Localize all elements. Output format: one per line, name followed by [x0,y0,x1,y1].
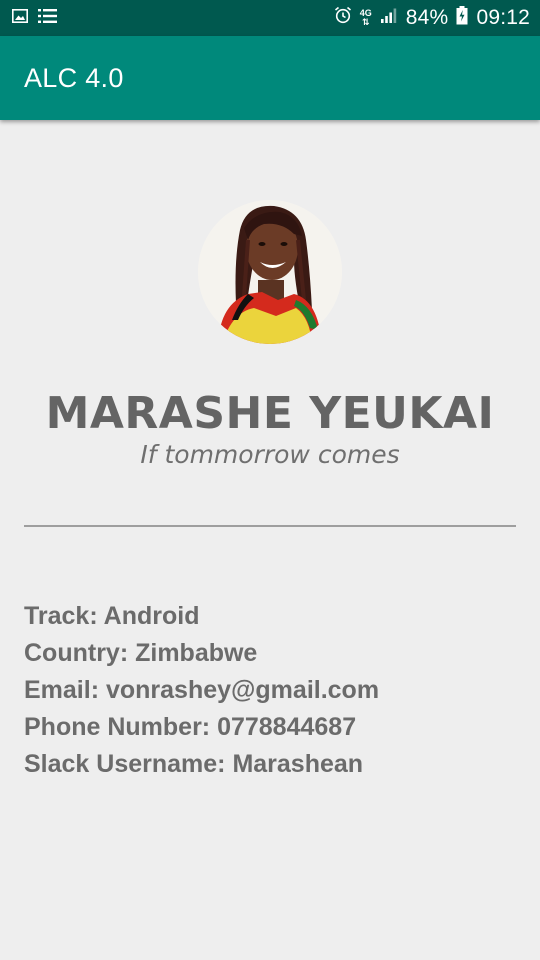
signal-icon [380,7,398,30]
profile-tagline: If tommorrow comes [140,440,400,469]
detail-phone-number: Phone Number: 0778844687 [24,713,357,741]
profile-photo [198,200,342,344]
status-bar-left [12,8,58,29]
status-bar-right: 4G ⇅ 84% 09:12 [334,5,530,31]
list-icon [38,8,58,29]
network-arrows-icon: 4G ⇅ [359,8,372,27]
detail-country: Country: Zimbabwe [24,639,258,667]
battery-percent: 84% [405,6,449,29]
divider [24,525,516,527]
status-clock: 09:12 [476,6,530,29]
profile-details: Track: Android Country: Zimbabwe Email: … [24,598,524,783]
detail-email: Email: vonrashey@gmail.com [24,676,380,704]
status-bar: 4G ⇅ 84% 09:12 [0,0,540,36]
app-title: ALC 4.0 [24,62,124,93]
alarm-icon [334,6,352,30]
battery-icon [456,5,468,31]
detail-track: Track: Android [24,602,200,630]
profile-name: MARASHE YEUKAI [45,388,495,439]
image-icon [12,8,28,28]
app-bar: ALC 4.0 [0,36,540,120]
detail-slack-username: Slack Username: Marashean [24,750,364,778]
avatar [198,200,342,344]
